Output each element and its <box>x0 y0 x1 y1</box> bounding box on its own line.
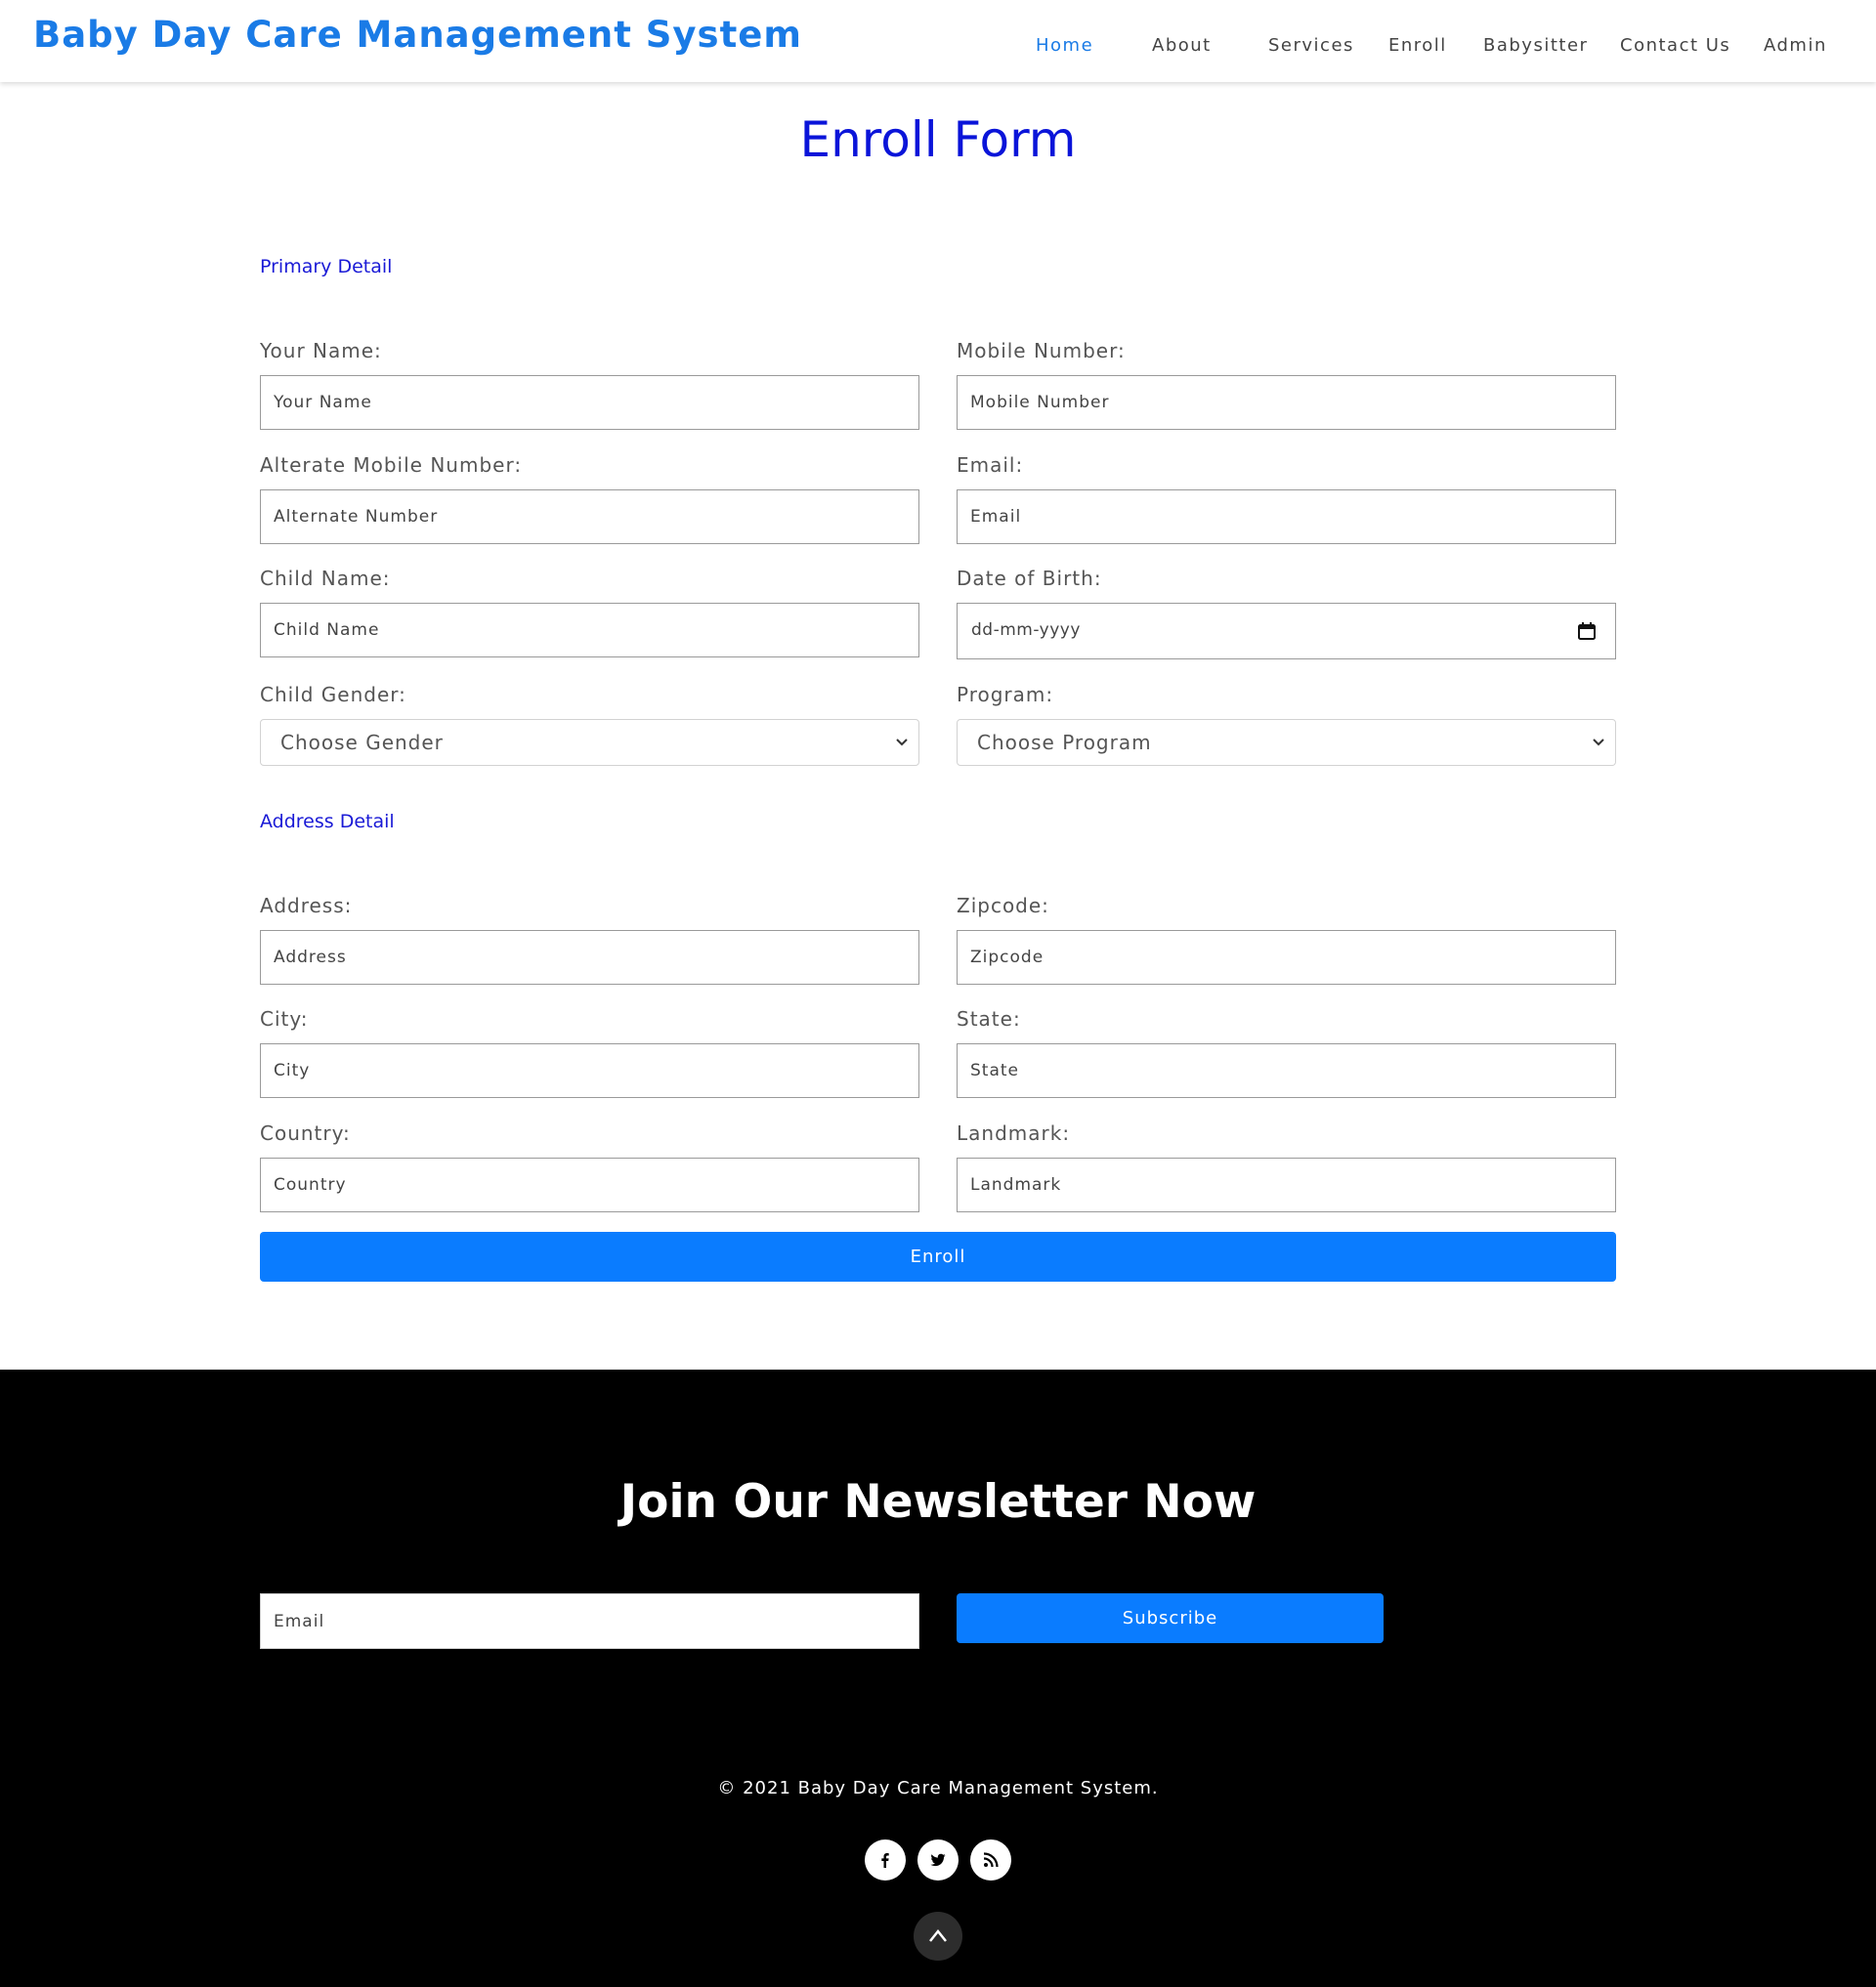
alternate-mobile-input[interactable] <box>260 489 919 544</box>
facebook-icon <box>881 1853 889 1868</box>
date-of-birth-input[interactable]: dd-mm-yyyy <box>957 603 1616 659</box>
mobile-number-input[interactable] <box>957 375 1616 430</box>
site-footer: Join Our Newsletter Now Subscribe © 2021… <box>0 1370 1876 1987</box>
your-name-input[interactable] <box>260 375 919 430</box>
chevron-down-icon <box>896 739 908 746</box>
your-name-label: Your Name: <box>260 339 382 362</box>
site-header: Baby Day Care Management System Home Abo… <box>0 0 1876 82</box>
program-select[interactable]: Choose Program <box>957 719 1616 766</box>
nav-home[interactable]: Home <box>1036 35 1093 56</box>
main-nav: Home About Services Enroll Babysitter Co… <box>0 35 1876 59</box>
nav-admin[interactable]: Admin <box>1764 35 1827 56</box>
scroll-to-top-button[interactable] <box>914 1912 962 1961</box>
email-label: Email: <box>957 453 1024 477</box>
nav-babysitter[interactable]: Babysitter <box>1483 35 1588 56</box>
newsletter-email-input[interactable] <box>260 1593 919 1649</box>
country-label: Country: <box>260 1121 351 1145</box>
country-input[interactable] <box>260 1158 919 1212</box>
zipcode-input[interactable] <box>957 930 1616 985</box>
child-gender-select[interactable]: Choose Gender <box>260 719 919 766</box>
state-label: State: <box>957 1007 1021 1031</box>
address-input[interactable] <box>260 930 919 985</box>
program-label: Program: <box>957 683 1054 706</box>
subscribe-button[interactable]: Subscribe <box>957 1593 1384 1643</box>
nav-services[interactable]: Services <box>1268 35 1354 56</box>
copyright-text: © 2021 Baby Day Care Management System. <box>717 1778 1159 1798</box>
newsletter-title: Join Our Newsletter Now <box>619 1475 1257 1529</box>
rss-icon <box>983 1852 999 1868</box>
child-gender-value: Choose Gender <box>280 731 444 754</box>
program-value: Choose Program <box>977 731 1152 754</box>
facebook-link[interactable] <box>865 1839 906 1881</box>
mobile-number-label: Mobile Number: <box>957 339 1126 362</box>
calendar-icon[interactable] <box>1578 622 1596 640</box>
date-of-birth-placeholder: dd-mm-yyyy <box>971 620 1081 640</box>
landmark-label: Landmark: <box>957 1121 1071 1145</box>
twitter-icon <box>930 1853 946 1867</box>
email-input[interactable] <box>957 489 1616 544</box>
state-input[interactable] <box>957 1043 1616 1098</box>
rss-link[interactable] <box>970 1839 1011 1881</box>
zipcode-label: Zipcode: <box>957 894 1049 917</box>
section-primary-detail: Primary Detail <box>260 256 393 277</box>
nav-about[interactable]: About <box>1152 35 1212 56</box>
address-label: Address: <box>260 894 353 917</box>
chevron-up-icon <box>929 1928 947 1942</box>
city-input[interactable] <box>260 1043 919 1098</box>
chevron-down-icon <box>1593 739 1604 746</box>
landmark-input[interactable] <box>957 1158 1616 1212</box>
child-gender-label: Child Gender: <box>260 683 406 706</box>
section-address-detail: Address Detail <box>260 811 395 832</box>
nav-enroll[interactable]: Enroll <box>1388 35 1447 56</box>
enroll-button[interactable]: Enroll <box>260 1232 1616 1282</box>
child-name-label: Child Name: <box>260 567 391 590</box>
alternate-mobile-label: Alterate Mobile Number: <box>260 453 523 477</box>
date-of-birth-label: Date of Birth: <box>957 567 1102 590</box>
child-name-input[interactable] <box>260 603 919 657</box>
twitter-link[interactable] <box>917 1839 959 1881</box>
page-title: Enroll Form <box>799 111 1077 168</box>
nav-contact-us[interactable]: Contact Us <box>1620 35 1730 56</box>
city-label: City: <box>260 1007 309 1031</box>
